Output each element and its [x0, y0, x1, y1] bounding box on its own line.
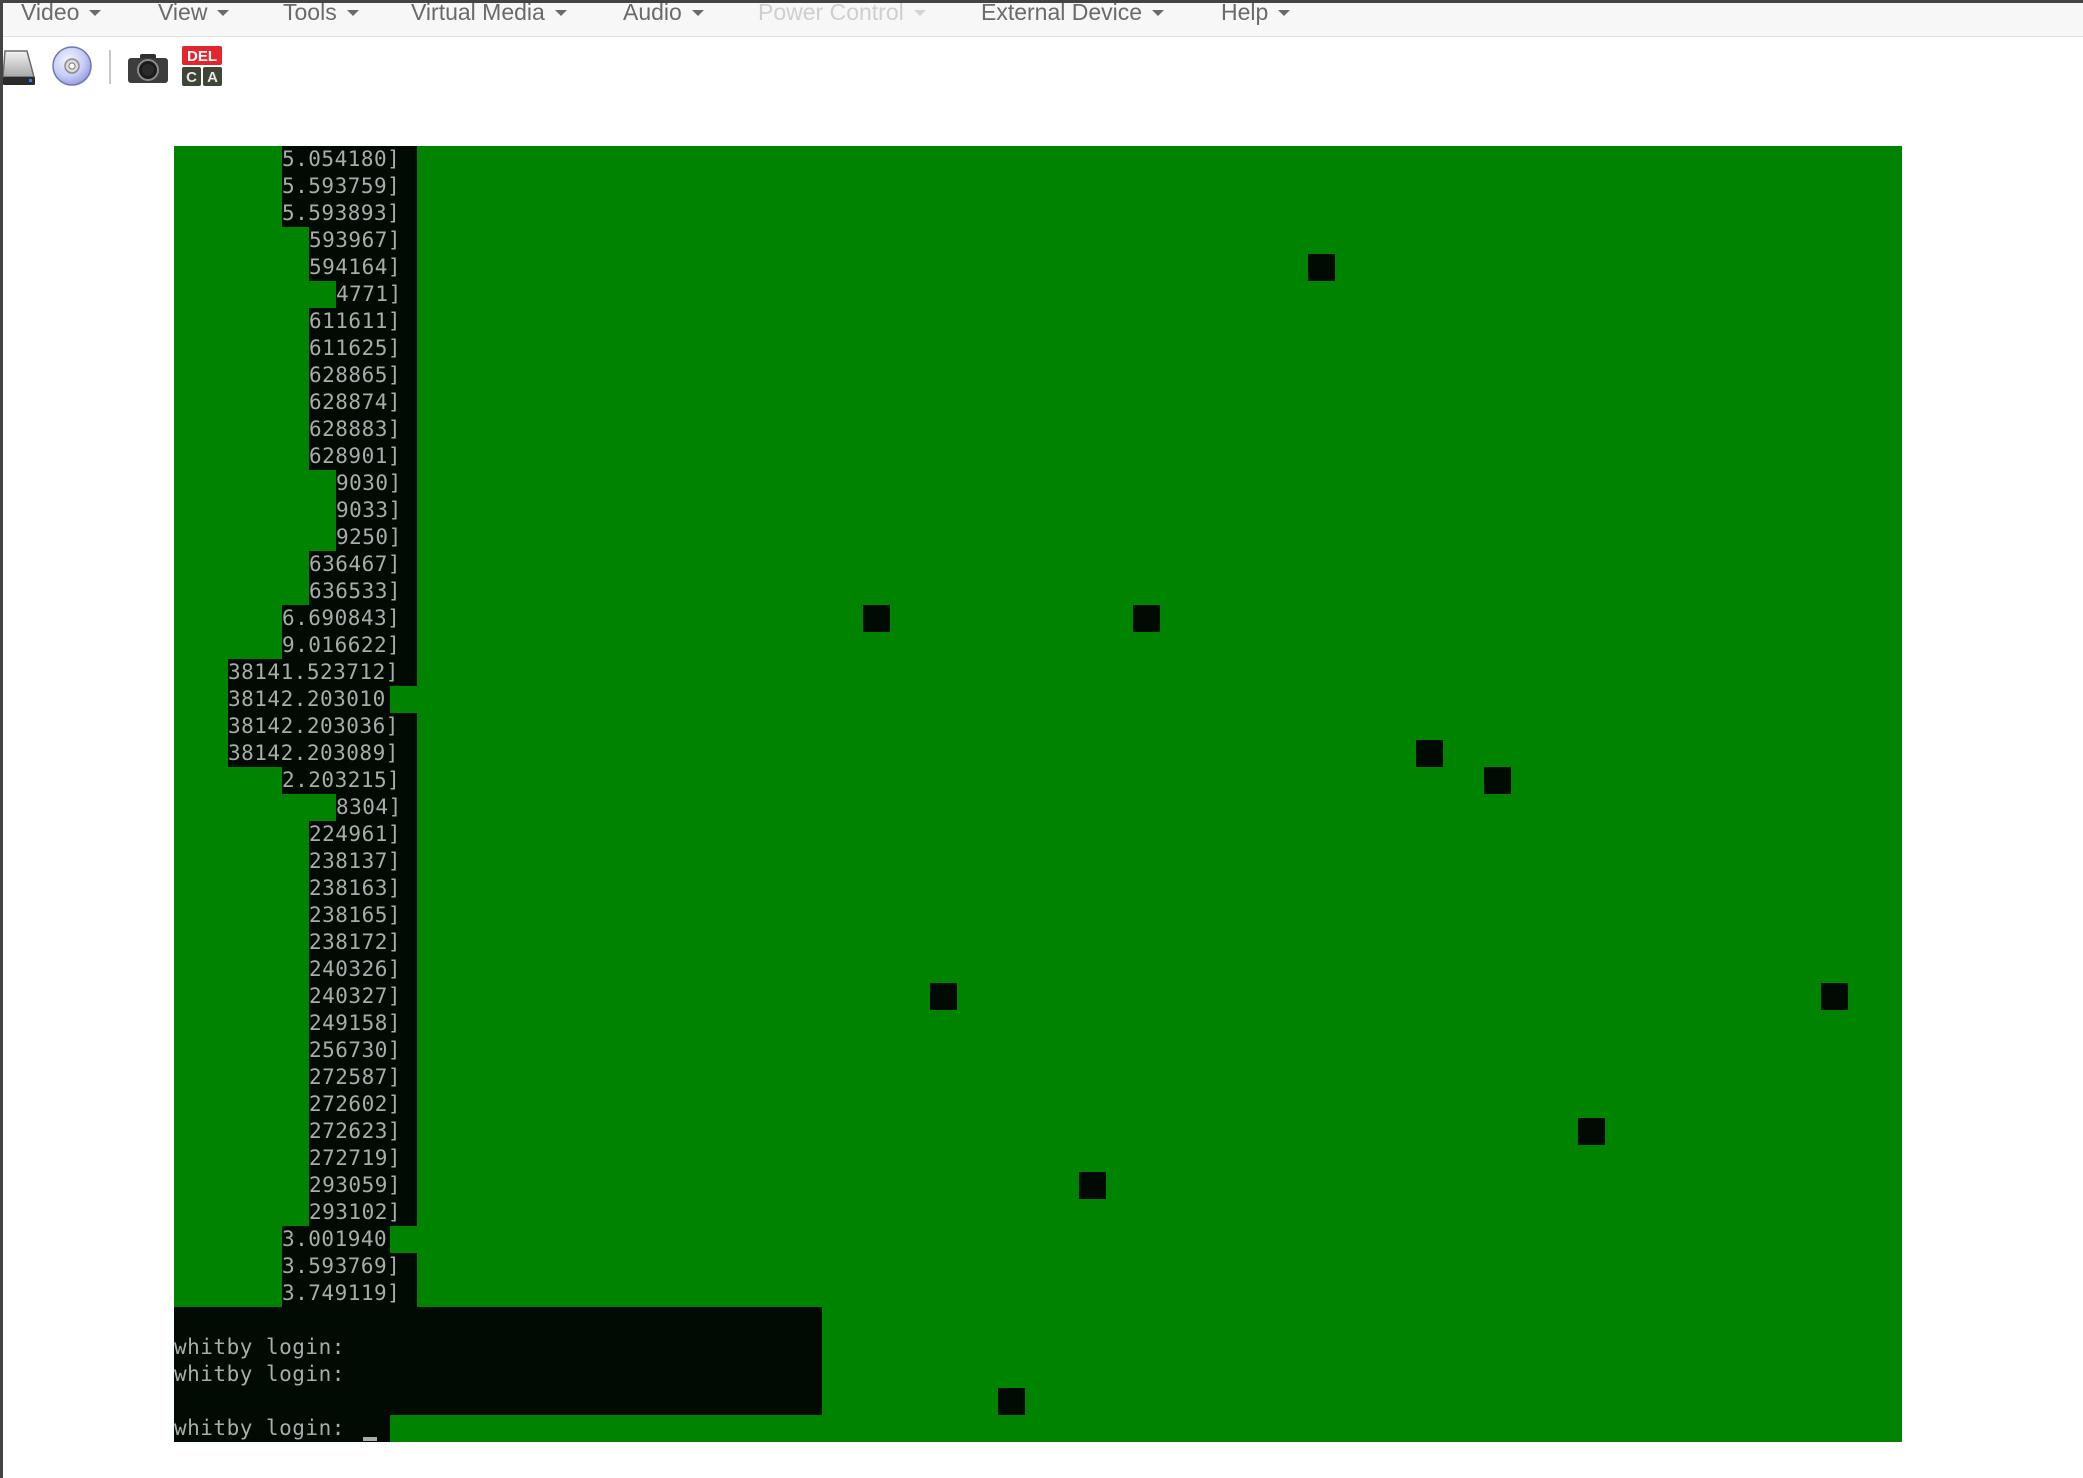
kernel-log-line: 4771] — [336, 282, 402, 306]
screen-artifact-block — [1132, 605, 1160, 632]
kernel-log-line: 594164] — [309, 255, 402, 279]
kernel-log-line: 240326] — [309, 957, 402, 981]
kernel-log-line: 272623] — [309, 1119, 402, 1143]
screenshot-button[interactable] — [127, 53, 169, 90]
alt-key-label: A — [207, 69, 218, 86]
caret-down-icon — [89, 10, 102, 16]
kernel-log-line: 9033] — [336, 498, 402, 522]
kernel-log-line: 224961] — [309, 822, 402, 846]
hard-drive-icon — [2, 50, 35, 85]
menu-external-device-label: External Device — [981, 0, 1143, 25]
kernel-log-line: 5.054180] — [282, 147, 401, 171]
screen-artifact-block — [997, 1388, 1025, 1415]
menu-audio-label: Audio — [623, 0, 682, 25]
kernel-log-line: 9030] — [336, 471, 402, 495]
kernel-log-line: 628883] — [309, 417, 402, 441]
menu-external-device[interactable]: External Device — [981, 0, 1165, 34]
camera-icon — [128, 54, 168, 83]
remote-console-screen[interactable]: 5.054180] 5.593759] 5.593893] 593967] 594164… — [174, 146, 1902, 1442]
toolbar-separator — [109, 50, 111, 84]
menu-power-control: Power Control — [758, 1, 926, 34]
screen-artifact-block — [1078, 1172, 1106, 1199]
kernel-log-line: 628865] — [309, 363, 402, 387]
kernel-log-line: 240327] — [309, 984, 402, 1008]
kernel-log-line: 293059] — [309, 1173, 402, 1197]
menu-tools[interactable]: Tools — [283, 1, 359, 34]
hard-drive-button[interactable] — [2, 49, 37, 92]
kernel-log-line: 628874] — [309, 390, 402, 414]
screen-artifact-block — [1578, 1118, 1605, 1145]
kernel-log-line: 293102] — [309, 1200, 402, 1224]
screen-artifact-block — [1308, 254, 1335, 281]
menu-video-label: Video — [21, 0, 80, 25]
kernel-log-line: 636467] — [309, 552, 402, 576]
kernel-log-line: 3.749119] — [282, 1281, 401, 1305]
menu-bar: Video View Tools Virtual Media Audio Pow… — [3, 0, 2083, 37]
login-prompt: whitby login: — [174, 1416, 359, 1440]
kernel-log-line: 238165] — [309, 903, 402, 927]
login-block-background — [174, 1388, 822, 1415]
kernel-log-line: 611625] — [309, 336, 402, 360]
screen-artifact-block — [862, 605, 890, 632]
kernel-log-line: 593967] — [309, 228, 402, 252]
screen-artifact-block — [1416, 740, 1443, 767]
kernel-log-line: 611611] — [309, 309, 402, 333]
kernel-log-line: 256730] — [309, 1038, 402, 1062]
caret-down-icon — [1278, 10, 1291, 16]
caret-down-icon — [913, 10, 926, 16]
cd-rom-button[interactable] — [51, 45, 93, 92]
kernel-log-line: 38142.203089] — [228, 741, 399, 765]
kernel-log-line: 38141.523712] — [228, 660, 399, 684]
kernel-log-line: 272587] — [309, 1065, 402, 1089]
menu-power-control-label: Power Control — [758, 0, 904, 25]
login-prompt: whitby login: — [174, 1335, 345, 1359]
menu-virtual-media-label: Virtual Media — [411, 0, 545, 25]
login-prompt: whitby login: — [174, 1362, 345, 1386]
login-block-background — [174, 1307, 822, 1334]
ctrl-alt-del-icon: DEL C A — [182, 46, 222, 86]
del-key-label: DEL — [187, 48, 217, 65]
ctrl-key-label: C — [186, 69, 197, 86]
kernel-log-line: 6.690843] — [282, 606, 401, 630]
screen-artifact-block — [930, 983, 957, 1010]
kernel-log-line: 272719] — [309, 1146, 402, 1170]
kernel-log-line: 3.001940 — [282, 1227, 388, 1251]
menu-view[interactable]: View — [158, 0, 230, 34]
kernel-log-line: 8304] — [336, 795, 402, 819]
kernel-log-line: 5.593893] — [282, 201, 401, 225]
caret-down-icon — [1152, 10, 1165, 16]
caret-down-icon — [691, 10, 704, 16]
menu-virtual-media[interactable]: Virtual Media — [411, 1, 567, 34]
kernel-log-line: 238172] — [309, 930, 402, 954]
text-cursor — [363, 1437, 377, 1441]
kernel-log-line: 38142.203010 — [228, 687, 386, 711]
kernel-log-line: 272602] — [309, 1092, 402, 1116]
kernel-log-line: 628901] — [309, 444, 402, 468]
kernel-log-line: 238137] — [309, 849, 402, 873]
kernel-log-line: 249158] — [309, 1011, 402, 1035]
cd-rom-icon — [52, 46, 92, 86]
caret-down-icon — [217, 10, 230, 16]
kernel-log-line: 38142.203036] — [228, 714, 399, 738]
kernel-log-line: 3.593769] — [282, 1254, 401, 1278]
screen-artifact-block — [1483, 767, 1511, 794]
menu-video[interactable]: Video — [21, 0, 102, 34]
menu-view-label: View — [158, 0, 208, 25]
ctrl-alt-del-button[interactable]: DEL C A — [182, 46, 224, 93]
kernel-log-line: 5.593759] — [282, 174, 401, 198]
screen-artifact-block — [1821, 983, 1848, 1010]
menu-help-label: Help — [1221, 0, 1269, 25]
caret-down-icon — [346, 10, 359, 16]
kernel-log-line: 9.016622] — [282, 633, 401, 657]
kernel-log-line: 636533] — [309, 579, 402, 603]
kernel-log-line: 9250] — [336, 525, 402, 549]
menu-help[interactable]: Help — [1221, 0, 1291, 34]
caret-down-icon — [554, 10, 567, 16]
kernel-log-line: 2.203215] — [282, 768, 401, 792]
menu-tools-label: Tools — [283, 0, 337, 25]
toolbar: DEL C A — [2, 43, 403, 92]
kernel-log-line: 238163] — [309, 876, 402, 900]
menu-audio[interactable]: Audio — [623, 1, 704, 34]
